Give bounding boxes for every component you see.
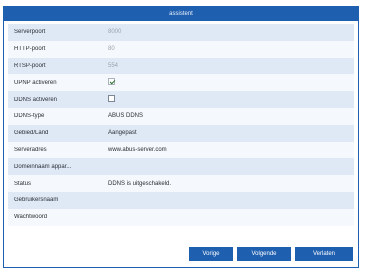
row-rtsp-port: RTSP-poort 554 (8, 57, 354, 75)
ddns-enable-label: DDNS activeren (14, 96, 58, 103)
button-bar: Vorige Volgende Verlaten (189, 247, 353, 261)
ddns-type-label: DDNS-type (14, 113, 45, 120)
row-http-port: HTTP-poort 80 (8, 40, 354, 58)
ddns-enable-value (108, 95, 354, 104)
exit-button[interactable]: Verlaten (295, 247, 353, 261)
rtsp-port-field[interactable]: 554 (108, 63, 354, 69)
row-status: Status DDNS is uitgeschakeld. (8, 175, 354, 192)
dialog-title: assistent (4, 7, 358, 21)
wizard-dialog: assistent Serverpoort 8000 HTTP-poort 80… (3, 6, 359, 268)
row-server-address: Serveradres www.abus-server.com (8, 141, 354, 159)
row-ddns-type: DDNS-type ABUS DDNS (8, 107, 354, 125)
row-password: Wachtwoord (8, 208, 354, 226)
device-domain-label: Domeinnaam appar... (14, 163, 72, 170)
server-port-label: Serverpoort (14, 29, 46, 36)
ddns-enable-checkbox[interactable] (108, 95, 115, 103)
http-port-field[interactable]: 80 (108, 46, 354, 52)
previous-button[interactable]: Vorige (189, 247, 233, 261)
server-address-field[interactable]: www.abus-server.com (108, 147, 354, 153)
status-value: DDNS is uitgeschakeld. (108, 180, 172, 187)
http-port-label: HTTP-poort (14, 46, 46, 53)
username-label: Gebruikersnaam (14, 197, 59, 204)
server-address-label: Serveradres (14, 146, 47, 153)
row-ddns-enable: DDNS activeren (8, 91, 354, 108)
region-select[interactable]: Aangepast (108, 130, 354, 136)
settings-list: Serverpoort 8000 HTTP-poort 80 RTSP-poor… (8, 24, 354, 226)
next-button[interactable]: Volgende (237, 247, 291, 261)
row-upnp: UPNP activeren (8, 74, 354, 92)
server-port-field[interactable]: 8000 (108, 29, 354, 35)
upnp-value (108, 78, 354, 87)
upnp-checkbox[interactable] (108, 78, 115, 86)
region-label: Gebied/Land (14, 130, 49, 137)
ddns-type-select[interactable]: ABUS DDNS (108, 113, 354, 119)
status-label: Status (14, 180, 32, 187)
rtsp-port-label: RTSP-poort (14, 62, 46, 69)
row-server-port: Serverpoort 8000 (8, 24, 354, 41)
upnp-label: UPNP activeren (14, 79, 57, 86)
row-region: Gebied/Land Aangepast (8, 124, 354, 142)
row-username: Gebruikersnaam (8, 191, 354, 209)
row-device-domain: Domeinnaam appar... (8, 158, 354, 176)
password-label: Wachtwoord (14, 214, 48, 221)
